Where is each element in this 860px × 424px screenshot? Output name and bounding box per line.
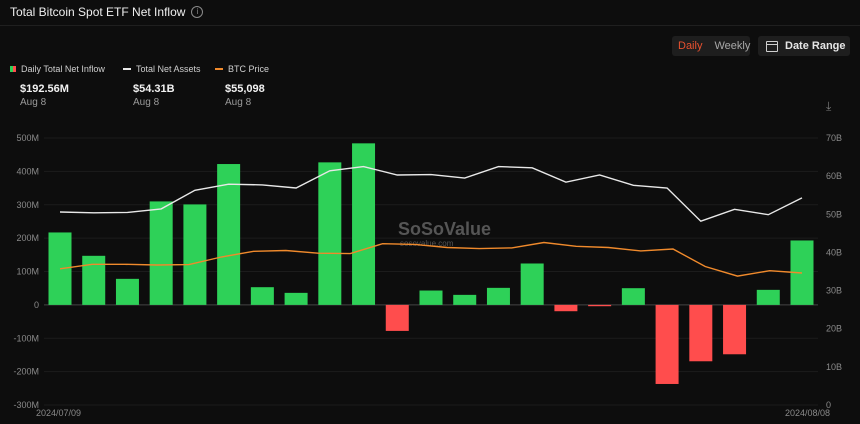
right-tick-label: 10B xyxy=(826,362,842,372)
left-tick-label: 300M xyxy=(16,200,39,210)
inflow-bar xyxy=(284,292,308,305)
inflow-bar xyxy=(250,287,274,305)
inflow-chart: SoSoValue sosovalue.com 500M400M300M200M… xyxy=(13,133,842,418)
right-tick-label: 40B xyxy=(826,247,842,257)
right-tick-label: 20B xyxy=(826,324,842,334)
watermark-brand: SoSoValue xyxy=(398,219,491,239)
inflow-bar xyxy=(520,263,544,305)
watermark-url: sosovalue.com xyxy=(400,239,454,248)
right-tick-label: 60B xyxy=(826,171,842,181)
inflow-bar xyxy=(82,255,106,305)
inflow-bar xyxy=(655,304,679,384)
x-end-label: 2024/08/08 xyxy=(785,408,830,418)
left-tick-label: 500M xyxy=(16,133,39,143)
right-tick-label: 70B xyxy=(826,133,842,143)
inflow-bar xyxy=(486,287,510,305)
inflow-bar xyxy=(115,278,139,305)
left-tick-label: -100M xyxy=(13,333,39,343)
left-tick-label: 100M xyxy=(16,267,39,277)
inflow-bar xyxy=(318,162,342,305)
right-tick-label: 50B xyxy=(826,209,842,219)
left-tick-label: -200M xyxy=(13,367,39,377)
inflow-bar xyxy=(689,304,713,362)
inflow-bar xyxy=(723,304,747,355)
right-tick-label: 30B xyxy=(826,286,842,296)
inflow-bar xyxy=(419,290,443,305)
inflow-bar xyxy=(183,204,207,305)
inflow-bar xyxy=(385,304,409,331)
inflow-bar xyxy=(554,304,578,312)
inflow-bar xyxy=(453,294,477,305)
x-start-label: 2024/07/09 xyxy=(36,408,81,418)
axis-layer: 500M400M300M200M100M0-100M-200M-300M70B6… xyxy=(13,133,842,418)
inflow-bar xyxy=(588,304,612,307)
inflow-bar xyxy=(756,289,780,305)
left-tick-label: 0 xyxy=(34,300,39,310)
left-tick-label: 400M xyxy=(16,166,39,176)
inflow-bar xyxy=(149,201,173,305)
inflow-bar xyxy=(621,288,645,305)
left-tick-label: 200M xyxy=(16,233,39,243)
